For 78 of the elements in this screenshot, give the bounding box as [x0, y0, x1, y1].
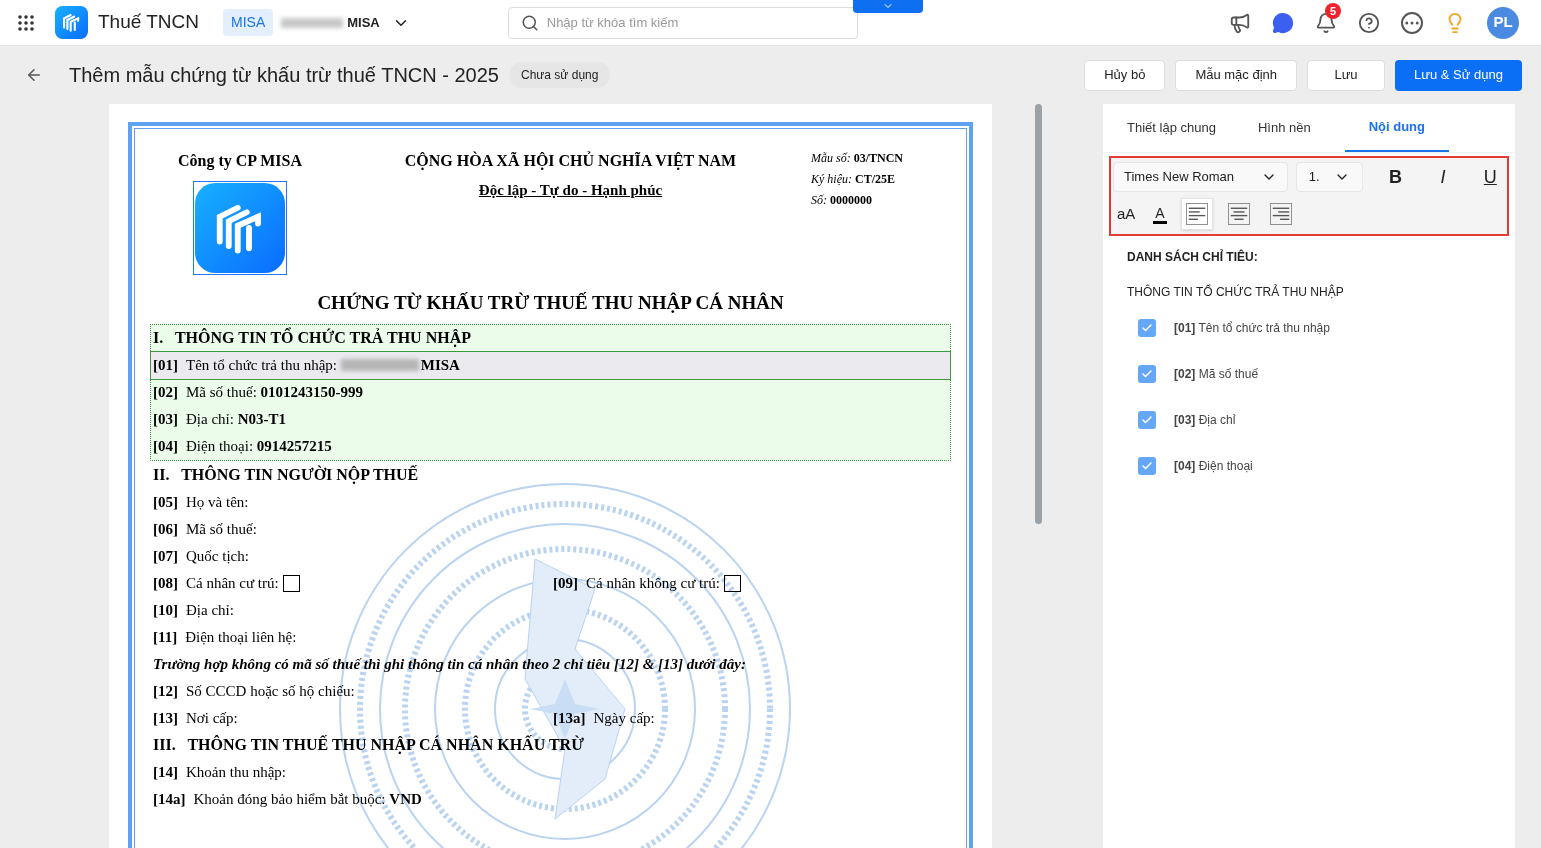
checkbox[interactable] — [1138, 365, 1156, 383]
form-field[interactable]: [02] Mã số thuế: 0101243150-999 — [151, 378, 950, 406]
scrollbar[interactable] — [1035, 104, 1042, 524]
checkbox[interactable] — [282, 574, 300, 592]
panel-tab[interactable]: Thiết lập chung — [1119, 104, 1224, 152]
company-name: Công ty CP MISA — [178, 151, 302, 172]
form-field[interactable]: [05] Họ và tên: — [151, 488, 950, 516]
align-left-button[interactable] — [1180, 198, 1213, 230]
status-badge: Chưa sử dụng — [509, 62, 611, 88]
form-field[interactable]: [12] Số CCCD hoặc số hộ chiếu: — [151, 677, 950, 705]
panel-tab[interactable]: Hình nền — [1249, 104, 1319, 152]
checkbox[interactable] — [723, 574, 741, 592]
form-field[interactable]: [14a] Khoản đóng bảo hiểm bắt buộc: VND — [151, 785, 950, 813]
motto: Độc lập - Tự do - Hạnh phúc — [478, 181, 663, 200]
redaction-blur — [281, 17, 344, 28]
chat-icon[interactable] — [1272, 11, 1294, 34]
italic-button[interactable]: I — [1428, 163, 1458, 191]
bold-button[interactable]: B — [1380, 163, 1411, 191]
action-button[interactable]: Hủy bỏ — [1084, 59, 1166, 91]
user-avatar[interactable]: PL — [1487, 6, 1519, 39]
org-name: MISA — [347, 13, 380, 32]
notification-count: 5 — [1325, 2, 1342, 19]
section-heading: III. THÔNG TIN THUẾ THU NHẬP CÁ NHÂN KHẤU TRỪ — [152, 734, 585, 756]
form-meta: Mẫu số: 03/TNCN — [811, 150, 904, 167]
case-button[interactable]: aA — [1117, 202, 1136, 226]
checkbox-label[interactable]: [01] Tên tổ chức trả thu nhập — [1174, 319, 1330, 337]
document-heading: CHỨNG TỪ KHẤU TRỪ THUẾ THU NHẬP CÁ NHÂN — [316, 291, 785, 315]
group-title: THÔNG TIN TỔ CHỨC TRẢ THU NHẬP — [1127, 283, 1345, 301]
app-title: Thuế TNCN — [98, 10, 199, 35]
page-title: Thêm mẫu chứng từ khấu trừ thuế TNCN - 2025 — [69, 63, 499, 88]
org-badge: MISA — [223, 9, 274, 36]
section-heading: II. THÔNG TIN NGƯỜI NỘP THUẾ — [152, 464, 420, 486]
action-button[interactable]: Mẫu mặc định — [1175, 59, 1298, 91]
form-field[interactable]: [06] Mã số thuế: — [151, 515, 950, 543]
checkbox-label[interactable]: [02] Mã số thuế — [1174, 365, 1259, 383]
action-button[interactable]: Lưu — [1307, 59, 1386, 91]
list-title: DANH SÁCH CHỈ TIÊU: — [1127, 248, 1259, 266]
form-field[interactable]: [04] Điện thoại: 0914257215 — [151, 432, 950, 460]
form-field[interactable]: [08] Cá nhân cư trú: — [153, 571, 279, 595]
form-field[interactable]: [13a] Ngày cấp: — [553, 706, 655, 730]
search-field[interactable]: Nhập từ khóa tìm kiếm — [507, 6, 858, 39]
section-heading: I. THÔNG TIN TỔ CHỨC TRẢ THU NHẬP — [152, 326, 472, 349]
checkbox-label[interactable]: [03] Địa chỉ — [1174, 411, 1236, 429]
nation-heading: CỘNG HÒA XÃ HỘI CHỦ NGHĨA VIỆT NAM — [404, 150, 737, 172]
underline-button[interactable]: U — [1475, 163, 1505, 191]
panel-tab[interactable]: Nội dung — [1344, 104, 1449, 152]
form-field[interactable]: [07] Quốc tịch: — [151, 542, 950, 570]
form-field[interactable]: [10] Địa chỉ: — [151, 596, 950, 624]
instruction-note: Trường hợp không có mã số thuế thì ghi thông tin cá nhân theo 2 chỉ tiêu [12] & [13] dưới đây: — [152, 654, 747, 674]
size-select[interactable]: 1. — [1295, 162, 1363, 192]
font-select[interactable]: Times New Roman — [1113, 162, 1288, 192]
search-input[interactable]: Nhập từ khóa tìm kiếm — [546, 12, 845, 33]
action-button[interactable]: Lưu & Sử dụng — [1395, 59, 1522, 91]
check-icon — [1141, 460, 1153, 472]
more-icon[interactable] — [1401, 11, 1423, 34]
checkbox[interactable] — [1138, 319, 1156, 337]
text-color-button[interactable]: A — [1153, 204, 1167, 224]
check-icon — [1141, 322, 1153, 334]
help-icon[interactable] — [1358, 11, 1380, 34]
form-field[interactable]: [11] Điện thoại liên hệ: — [151, 623, 950, 651]
checkbox-label[interactable]: [04] Điện thoại — [1174, 457, 1253, 475]
apps-grid-icon[interactable] — [18, 14, 34, 31]
app-logo — [55, 6, 88, 39]
form-meta: Số: 0000000 — [811, 192, 873, 209]
search-icon — [520, 13, 539, 32]
highlighted-section[interactable]: I. THÔNG TIN TỔ CHỨC TRẢ THU NHẬP [01] Tên tổ chức trả thu nhập: MISA [02] Mã số thuế: 0101243150-999 [03] Địa chỉ: N03-T1 [04] Điện thoại: 0914257215 — [150, 323, 951, 461]
form-field[interactable]: [14] Khoản thu nhập: — [151, 758, 950, 786]
check-icon — [1141, 414, 1153, 426]
form-field[interactable]: [09] Cá nhân không cư trú: — [553, 571, 720, 595]
form-meta: Ký hiệu: CT/25E — [811, 171, 896, 188]
form-field[interactable]: [01] Tên tổ chức trả thu nhập: MISA — [151, 351, 950, 379]
megaphone-icon[interactable] — [1229, 11, 1251, 34]
back-icon[interactable] — [25, 66, 43, 84]
checkbox[interactable] — [1138, 457, 1156, 475]
form-field[interactable]: [13] Nơi cấp: — [153, 706, 238, 730]
checkbox[interactable] — [1138, 411, 1156, 429]
check-icon — [1141, 368, 1153, 380]
form-field[interactable]: [03] Địa chỉ: N03-T1 — [151, 405, 950, 433]
